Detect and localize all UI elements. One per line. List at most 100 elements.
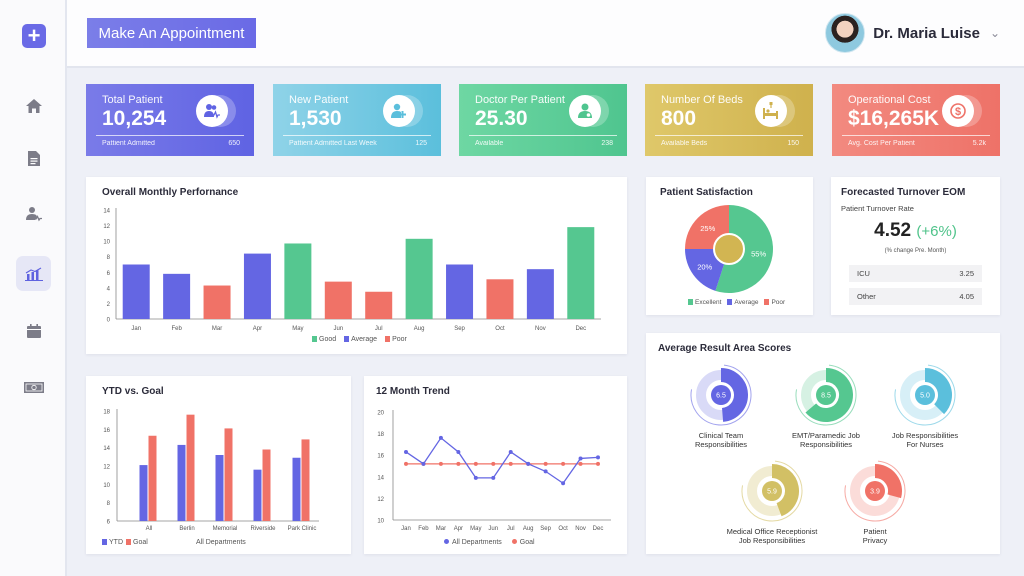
x-tick-label: Nov — [575, 526, 586, 532]
gauge-label-line1: EMT/Paramedic Job — [792, 431, 860, 440]
calendar-icon — [26, 323, 41, 338]
kpi-footer: Available 238 — [475, 140, 613, 147]
point-all-departments — [526, 461, 531, 466]
patient-satisfaction-chart: 55% 20% 25% — [685, 205, 773, 293]
bar-apr — [243, 253, 271, 319]
avatar[interactable] — [825, 13, 866, 53]
pie-center — [713, 233, 745, 265]
gauge-label-line2: Responsibilities — [694, 440, 748, 449]
turnover-subtitle: Patient Turnover Rate — [841, 204, 914, 213]
gauge-label: EMT/Paramedic Job Responsibilities — [771, 431, 881, 449]
x-tick-label: Nov — [535, 326, 546, 332]
bar-aug — [405, 238, 433, 319]
sidebar-item-documents[interactable] — [16, 141, 51, 176]
point-all-departments — [543, 469, 548, 474]
kpi-foot-label: Pattient Admitted — [102, 140, 155, 147]
legend-excellent: Excellent — [688, 299, 721, 306]
logo-plus-icon[interactable]: + — [22, 24, 46, 48]
sidebar: + — [0, 0, 67, 576]
legend-goal: Goal — [126, 539, 148, 546]
bar-ytd-riverside — [253, 469, 262, 521]
gauge-label: Medical Office Receptionist Job Responsib… — [717, 527, 827, 545]
user-name[interactable]: Dr. Maria Luise — [873, 25, 980, 42]
kpi-foot-value: 238 — [601, 140, 613, 147]
x-tick-label: Feb — [418, 526, 429, 532]
sidebar-item-analytics[interactable] — [16, 256, 51, 291]
user-menu[interactable]: Dr. Maria Luise ⌄ — [825, 13, 1000, 53]
point-goal — [404, 461, 408, 466]
x-tick-label: Jun — [488, 526, 498, 532]
gauge-value: 5.9 — [767, 489, 777, 496]
point-all-departments — [438, 435, 443, 440]
gauge-value: 5.0 — [920, 393, 930, 400]
kpi-foot-label: Available Beds — [661, 140, 708, 147]
kpi-foot-value: 650 — [228, 140, 240, 147]
sidebar-item-calendar[interactable] — [16, 313, 51, 348]
bar-mar — [203, 285, 231, 319]
make-appointment-button[interactable]: Make An Appointment — [87, 18, 256, 48]
bar-jul — [365, 291, 393, 319]
gauge-value: 6.5 — [716, 393, 726, 400]
bar-goal-park-clinic — [301, 439, 310, 521]
x-tick-label: Park Clinic — [288, 526, 317, 532]
x-tick-label: Feb — [171, 326, 182, 332]
bar-jan — [122, 264, 150, 319]
month-trend-card: 12 Month Trend 10 12 14 16 18 20 Jan Feb Mar Apr M… — [364, 376, 627, 554]
month-trend-chart: 10 12 14 16 18 20 Jan Feb Mar Apr May Jun Jul Aug Sep O… — [377, 410, 611, 532]
y-tick-label: 12 — [103, 224, 110, 230]
sidebar-item-home[interactable] — [16, 88, 51, 123]
kpi-divider — [469, 135, 617, 136]
chevron-down-icon[interactable]: ⌄ — [990, 26, 1000, 40]
sidebar-item-billing[interactable] — [16, 370, 51, 405]
y-tick-label: 16 — [103, 428, 110, 434]
money-icon — [23, 382, 44, 393]
y-tick-label: 10 — [377, 519, 384, 525]
bar-nov — [526, 269, 554, 319]
kpi-divider — [283, 135, 431, 136]
x-tick-label: Jul — [507, 526, 515, 532]
x-tick-label: Sep — [454, 326, 465, 332]
point-all-departments — [404, 449, 408, 454]
y-tick-label: 0 — [107, 318, 111, 324]
x-tick-label: Memorial — [213, 526, 238, 532]
x-tick-label: Mar — [436, 526, 446, 532]
sidebar-item-patients[interactable] — [16, 196, 51, 231]
legend-all-departments: All Departments — [444, 539, 502, 546]
patient-satisfaction-card: Patient Satisfaction 55% 20% 25% Excellent… — [646, 177, 813, 315]
dollar-icon: $ — [942, 95, 974, 127]
pie-label: 25% — [700, 224, 715, 233]
legend-poor: Poor — [764, 299, 785, 306]
x-tick-label: Apr — [253, 326, 262, 332]
x-tick-label: Dec — [593, 526, 604, 532]
bar-jun — [324, 281, 352, 319]
turnover-change: (+6%) — [916, 223, 957, 240]
kpi-card-doctor-per-patient: Doctor Per Patient 25.30 Available 238 — [459, 84, 627, 156]
bar-ytd-all — [139, 465, 148, 521]
x-tick-label: Dec — [575, 326, 586, 332]
svg-text:$: $ — [955, 106, 961, 118]
bar-goal-memorial — [224, 428, 233, 521]
point-goal — [561, 461, 566, 466]
y-tick-label: 14 — [103, 209, 110, 215]
legend-average: Average — [344, 336, 377, 343]
y-tick-label: 10 — [103, 240, 110, 246]
x-tick-label: Oct — [558, 526, 568, 532]
turnover-row-icu: ICU 3.25 — [849, 265, 982, 282]
gauge-label-line1: Patient — [863, 527, 887, 536]
kpi-footer: Avg. Cost Per Patient 5.2k — [848, 140, 986, 147]
gauge-value: 3.9 — [870, 489, 880, 496]
point-all-departments — [473, 475, 478, 480]
point-goal — [508, 461, 513, 466]
ytd-vs-goal-chart: 6 8 10 12 14 16 18 All Berlin Memorial Riverside Pa… — [103, 409, 319, 532]
x-tick-label: Sep — [540, 526, 551, 532]
y-tick-label: 12 — [377, 497, 384, 503]
ytd-vs-goal-card: YTD vs. Goal 6 8 10 12 14 16 18 All Berlin Memori… — [86, 376, 351, 554]
bar-ytd-memorial — [215, 455, 224, 521]
legend-average: Average — [727, 299, 758, 306]
kpi-foot-value: 5.2k — [972, 140, 986, 147]
x-tick-label: Berlin — [179, 526, 194, 532]
point-goal — [596, 461, 600, 466]
bed-icon — [755, 95, 787, 127]
point-goal — [456, 461, 461, 466]
x-tick-label: Riverside — [250, 526, 276, 532]
